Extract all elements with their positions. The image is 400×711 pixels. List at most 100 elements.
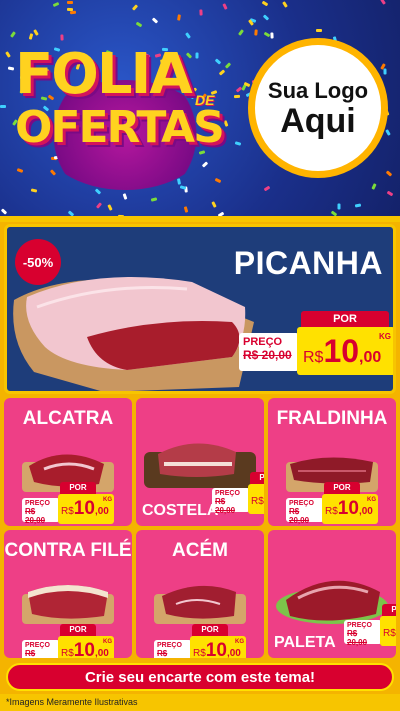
hero-offer-picanha[interactable]: -50% PICANHA POR PREÇO R$ 20,00 R$10,00 … [4,224,396,394]
confetti-piece [222,3,228,11]
hero-price-tag: POR PREÇO R$ 20,00 R$10,00 KG [239,311,393,379]
price-int: 10 [73,640,95,658]
product-card[interactable]: ALCATRA POR PREÇO R$ 20,00 R$10,00 KG [4,398,132,526]
confetti-piece [184,206,189,213]
confetti-piece [238,29,245,36]
old-price-box: PREÇOR$ 20,00 [22,498,60,525]
old-price-box: PREÇO R$ 20,00 [239,333,299,371]
price-dec: ,00 [359,349,382,366]
price-int: 10 [205,640,227,658]
confetti-piece [270,32,274,39]
new-price: R$10,00KG [58,494,114,524]
logo-placeholder: Sua Logo Aqui [248,38,388,178]
discount-badge: -50% [15,239,61,285]
new-price: R$10,00KG [322,494,378,524]
product-card[interactable]: COSTELA POR PREÇOR$ 20,00 R$10,00KG [136,398,264,526]
confetti-piece [211,200,217,208]
cta-button[interactable]: Crie seu encarte com este tema! [6,663,394,691]
old-price: R$ 20,00 [289,507,310,525]
confetti-piece [185,31,192,39]
product-card[interactable]: ACÉMPORPREÇOR$ 20,00R$10,00KG [136,530,264,658]
old-price: R$ 20,00 [25,507,46,525]
old-price: R$ 20,00 [157,649,168,658]
confetti-piece [132,4,139,11]
old-price-box: PREÇOR$ 20,00 [286,498,324,525]
confetti-piece [1,208,8,216]
logo-line2: Aqui [280,102,356,140]
confetti-piece [386,190,394,197]
confetti-piece [337,203,341,210]
old-price: R$ 20,00 [243,348,292,362]
product-name: CONTRA FILÉ [4,540,132,561]
disclaimer: *Imagens Meramente Ilustrativas [0,694,400,711]
confetti-piece [96,202,103,209]
header-banner: FOLIA DE OFERTAS Sua Logo Aqui [0,0,400,218]
folia-ofertas-title: FOLIA DE OFERTAS [10,40,240,190]
product-card[interactable]: CONTRA FILÉPORPREÇOR$ 20,00R$10,00KG [4,530,132,658]
currency: R$ [303,349,324,366]
confetti-piece [281,1,288,8]
preco-label: PREÇO [25,642,50,649]
unit: KG [367,497,376,503]
currency: R$ [383,628,396,639]
new-price: R$10,00 KG [297,327,393,375]
new-price: R$10,00KG [248,484,264,514]
unit: KG [235,639,244,645]
title-line1: FOLIA [15,42,193,107]
logo-line1: Sua Logo [267,78,369,103]
confetti-piece [316,29,323,33]
old-price-box: PREÇOR$ 20,00 [22,640,60,658]
confetti-piece [380,0,386,6]
price-tag: PORPREÇOR$ 20,00R$10,00KG [20,624,130,658]
currency: R$ [61,506,74,517]
product-card[interactable]: PALETAPORPREÇOR$ 20,00R$10,00KG [268,530,396,658]
confetti-piece [383,68,387,75]
confetti-piece [198,9,203,16]
por-label: POR [324,482,360,494]
preco-label: PREÇO [25,500,50,507]
new-price: R$10,00KG [190,636,246,658]
old-price-box: PREÇOR$ 20,00 [344,620,382,647]
hero-product-name: PICANHA [233,245,383,281]
por-label: POR [250,472,264,484]
title-line2: OFERTAS [15,102,225,153]
old-price: R$ 20,00 [215,497,236,515]
old-price-box: PREÇOR$ 20,00 [154,640,192,658]
confetti-piece [384,129,391,136]
confetti-piece [354,203,361,208]
preco-label: PREÇO [215,490,240,497]
confetti-piece [66,0,73,4]
unit: KG [103,639,112,645]
product-name: FRALDINHA [276,408,388,429]
preco-label: PREÇO [347,622,372,629]
confetti-piece [0,104,7,108]
confetti-piece [261,0,269,7]
currency: R$ [193,648,206,658]
product-card[interactable]: FRALDINHA POR PREÇO R$ 20,00 R$10,00 KG [268,398,396,526]
product-name: COSTELA [142,502,219,519]
old-price: R$ 20,00 [25,649,36,658]
unit: KG [379,332,391,341]
price-int: 10 [323,333,360,369]
por-label: POR [192,624,228,636]
confetti-piece [28,32,34,40]
preco-label: PREÇO [157,642,182,649]
price-int: 10 [73,498,95,519]
confetti-piece [151,17,159,25]
new-price: R$10,00KG [380,616,396,646]
price-int: 10 [337,498,359,519]
currency: R$ [61,648,74,658]
price-tag: PORPREÇOR$ 20,00R$10,00KG [284,482,394,526]
confetti-piece [263,185,271,192]
unit: KG [103,497,112,503]
por-label: POR [60,482,96,494]
currency: R$ [251,496,264,507]
por-label: POR [60,624,96,636]
confetti-piece [107,203,113,211]
confetti-piece [177,14,182,21]
confetti-piece [150,197,158,202]
preco-label: PREÇO [243,336,283,348]
preco-label: PREÇO [289,500,314,507]
confetti-piece [386,170,393,177]
old-price: R$ 20,00 [347,629,368,647]
